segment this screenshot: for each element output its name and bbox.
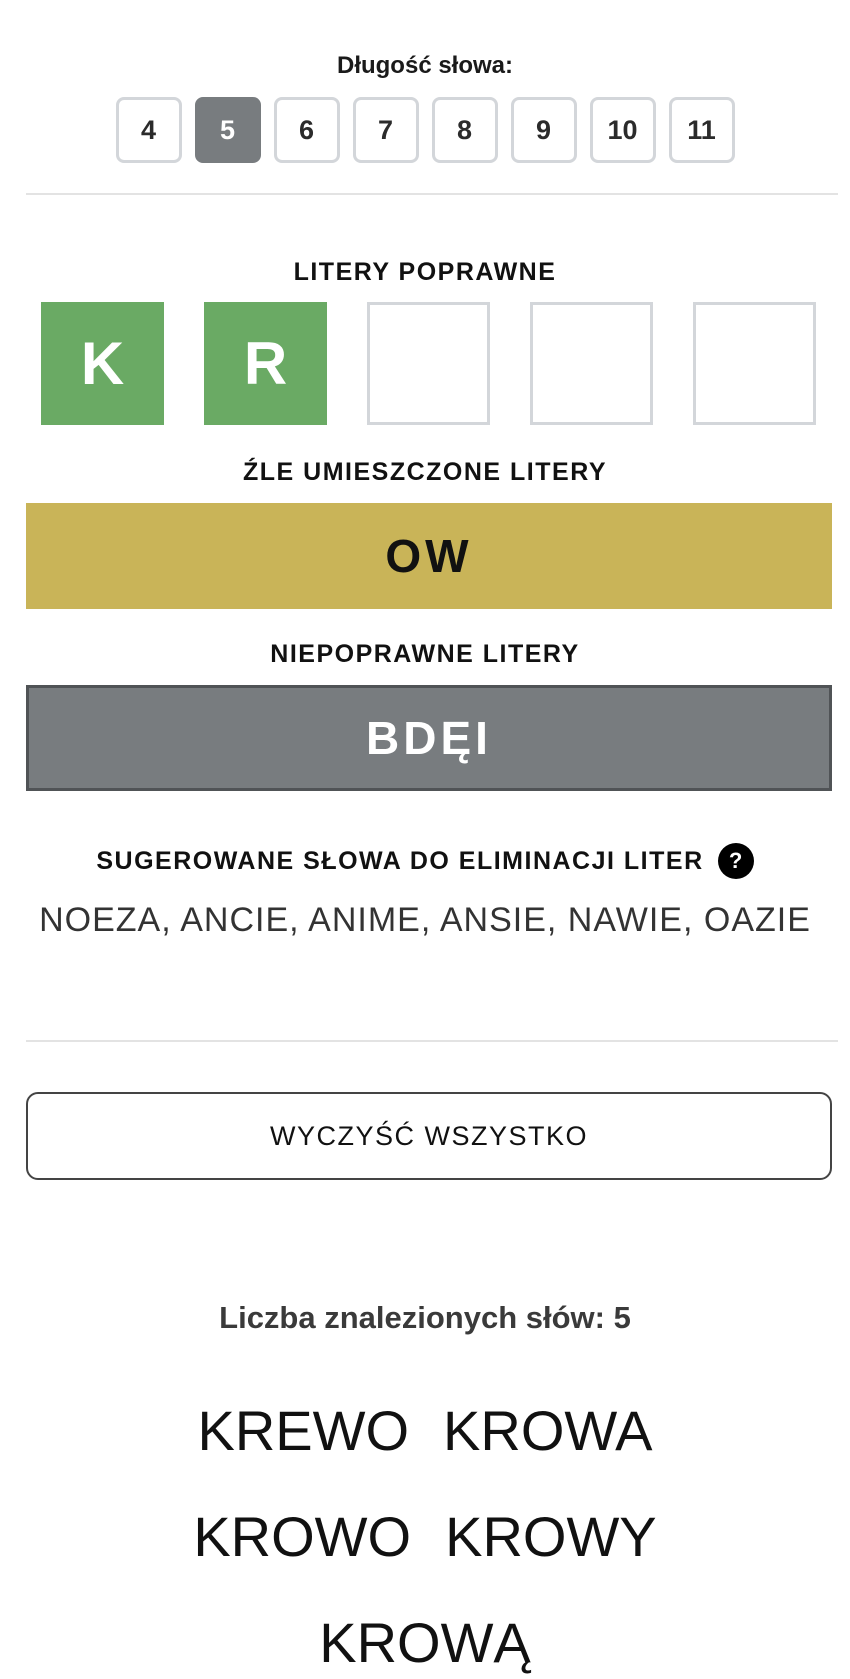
correct-tile-1[interactable]: K <box>41 302 164 425</box>
length-option-7[interactable]: 7 <box>352 97 419 163</box>
length-option-8[interactable]: 8 <box>431 97 498 163</box>
length-option-10[interactable]: 10 <box>589 97 656 163</box>
length-option-9[interactable]: 9 <box>510 97 577 163</box>
misplaced-letters-input[interactable]: OW <box>26 503 832 609</box>
bottom-divider <box>26 1040 838 1042</box>
clear-all-button[interactable]: WYCZYŚĆ WSZYSTKO <box>26 1092 832 1180</box>
result-word[interactable]: KROWĄ <box>319 1607 531 1679</box>
suggested-words-label: SUGEROWANE SŁOWA DO ELIMINACJI LITER <box>96 846 704 875</box>
correct-tile-2[interactable]: R <box>204 302 327 425</box>
suggested-words-header: SUGEROWANE SŁOWA DO ELIMINACJI LITER ? <box>0 843 850 879</box>
result-word[interactable]: KROWA <box>443 1395 652 1467</box>
incorrect-letters-input[interactable]: BDĘI <box>26 685 832 791</box>
top-divider <box>26 193 838 195</box>
length-option-4[interactable]: 4 <box>115 97 182 163</box>
correct-tile-4[interactable] <box>530 302 653 425</box>
correct-tile-5[interactable] <box>693 302 816 425</box>
misplaced-letters-label: ŹLE UMIESZCZONE LITERY <box>242 458 608 486</box>
result-word[interactable]: KROWO <box>193 1501 411 1573</box>
wordle-solver-page: Długość słowa: 4 5 6 7 8 9 10 11 LITERY … <box>0 0 850 1674</box>
incorrect-letters-label: NIEPOPRAWNE LITERY <box>270 640 580 668</box>
correct-letters-tiles: K R <box>41 302 816 425</box>
correct-tile-3[interactable] <box>367 302 490 425</box>
result-word[interactable]: KROWY <box>445 1501 657 1573</box>
correct-letters-label: LITERY POPRAWNE <box>293 258 557 286</box>
found-words-count: Liczba znalezionych słów: 5 <box>219 1300 631 1335</box>
result-word[interactable]: KREWO <box>197 1395 409 1467</box>
help-icon[interactable]: ? <box>717 843 754 879</box>
word-length-label: Długość słowa: <box>336 52 514 79</box>
length-option-6[interactable]: 6 <box>273 97 340 163</box>
length-option-11[interactable]: 11 <box>668 97 735 163</box>
suggested-words-list: NOEZA, ANCIE, ANIME, ANSIE, NAWIE, OAZIE <box>39 901 811 939</box>
word-length-selector: 4 5 6 7 8 9 10 11 <box>0 97 850 163</box>
results-list: KREWO KROWA KROWO KROWY KROWĄ <box>75 1395 775 1679</box>
length-option-5[interactable]: 5 <box>194 97 261 163</box>
